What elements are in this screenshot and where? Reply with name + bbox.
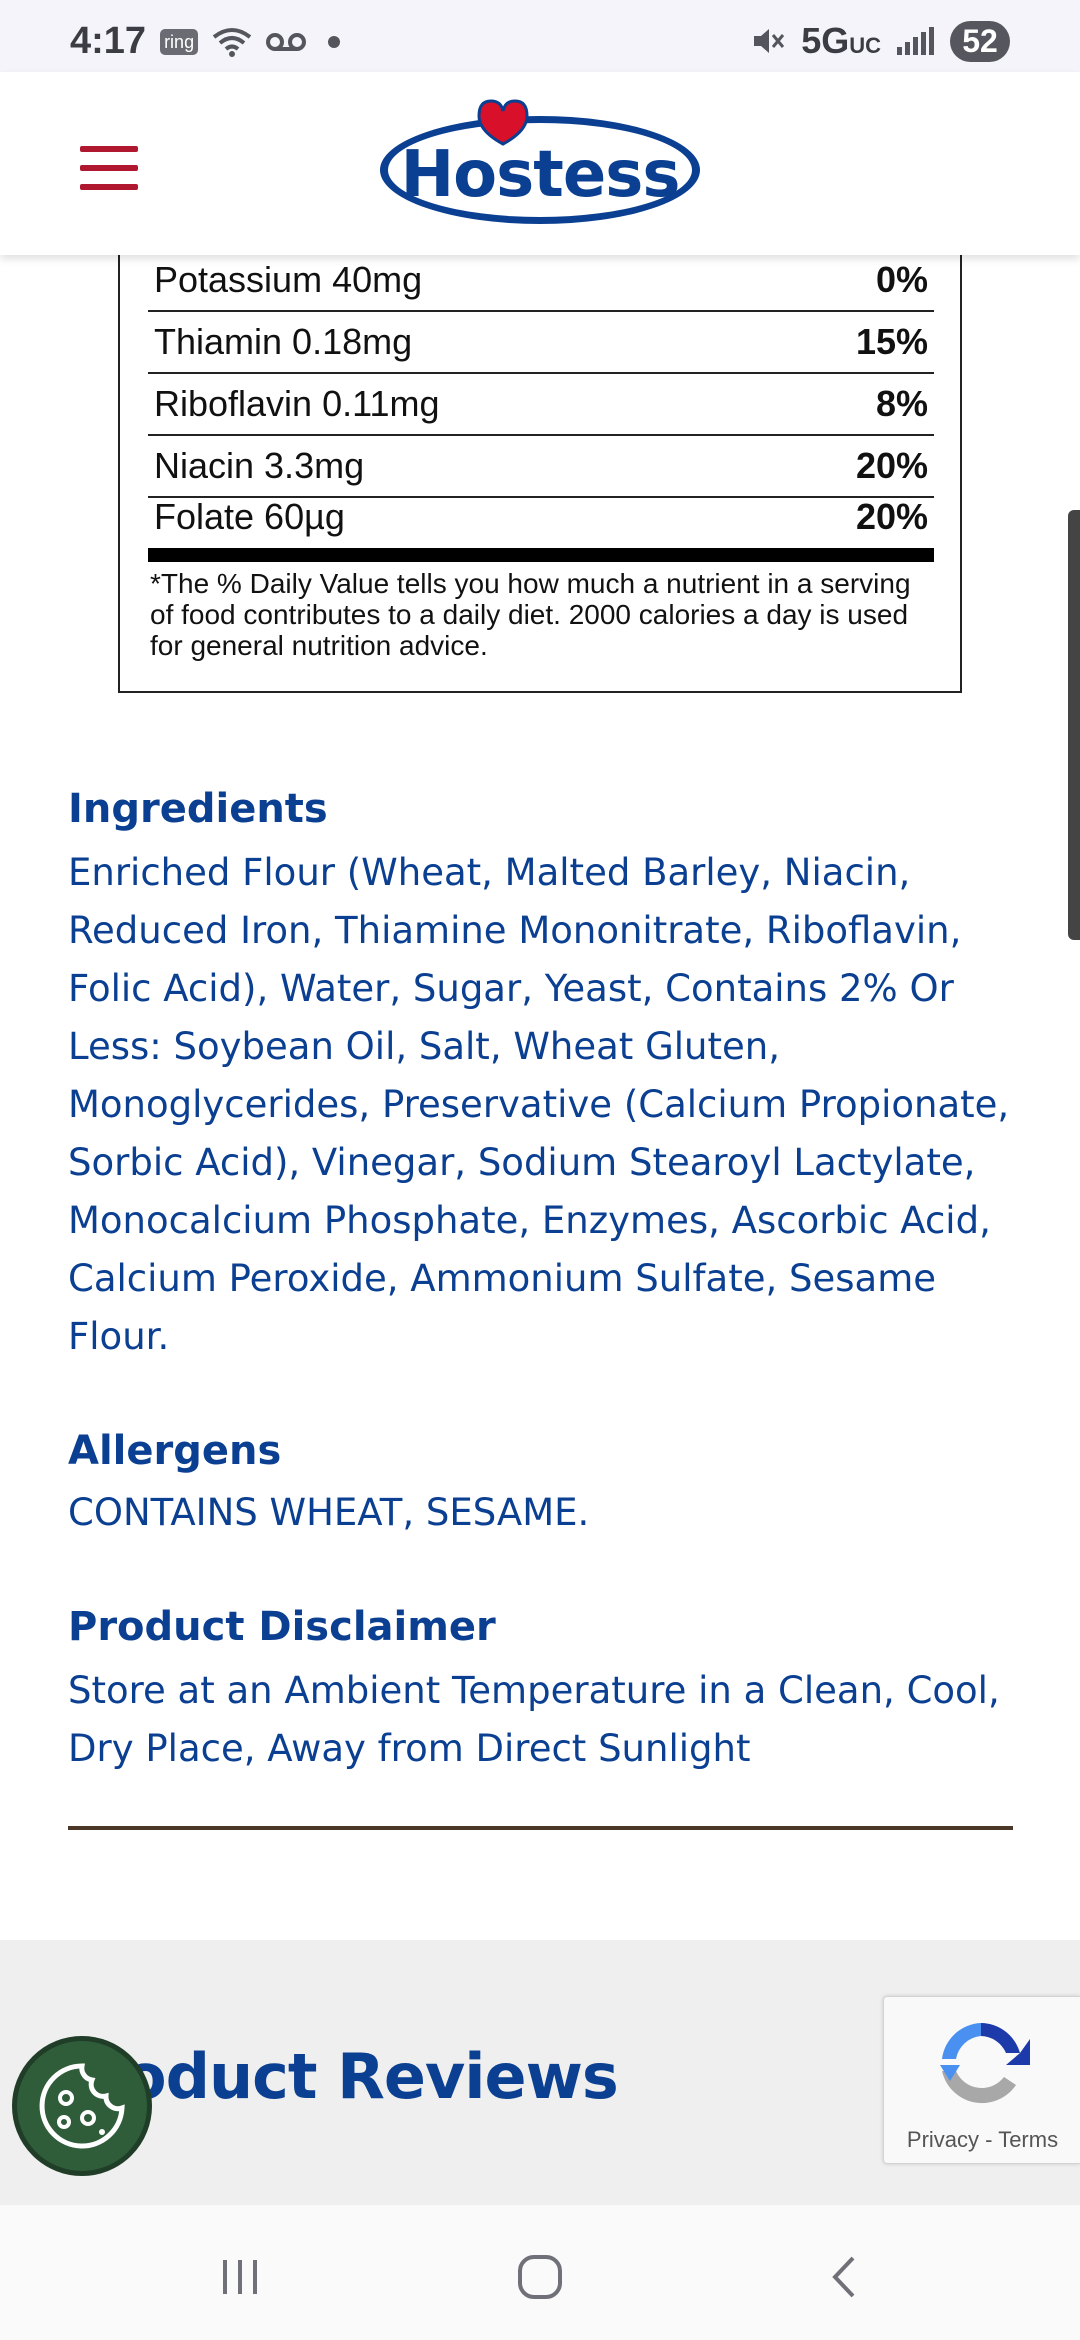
nutrient-name: Niacin 3.3mg [154, 445, 365, 486]
network-label: 5GUC [801, 20, 881, 62]
home-button[interactable] [500, 2247, 580, 2307]
cookie-settings-button[interactable] [12, 2036, 152, 2176]
android-nav-bar [0, 2205, 1080, 2340]
home-icon [518, 2255, 562, 2299]
logo-text: Hostess [400, 138, 681, 212]
menu-icon[interactable] [80, 146, 138, 190]
disclaimer-text: Store at an Ambient Temperature in a Cle… [68, 1669, 1000, 1770]
back-icon [832, 2256, 855, 2298]
status-right: 5GUC 52 [751, 20, 1010, 62]
ring-app-icon: ring [160, 28, 199, 55]
section-divider [68, 1826, 1013, 1830]
nutrition-row: Potassium 40mg 0% [148, 250, 934, 312]
nutrient-dv: 8% [875, 383, 928, 424]
nutrient-name: Folate 60µg [154, 496, 345, 537]
recents-button[interactable] [200, 2247, 280, 2307]
network-type: 5G [801, 20, 850, 61]
scrollbar[interactable] [1068, 510, 1080, 940]
recaptcha-icon [940, 2023, 1030, 2104]
status-bar: 4:17 ring 5GUC 52 [0, 0, 1080, 72]
status-left: 4:17 ring [70, 20, 341, 63]
nutrition-row: Riboflavin 0.11mg 8% [148, 374, 934, 436]
nutrition-row: Folate 60µg 20% [148, 486, 934, 548]
nutrition-thick-divider [148, 548, 934, 562]
wifi-icon [212, 27, 252, 57]
nutrient-dv: 20% [855, 445, 928, 486]
ingredients-text: Enriched Flour (Wheat, Malted Barley, Ni… [68, 851, 1010, 1358]
cookie-icon [39, 2063, 125, 2149]
site-header: Hostess [0, 72, 1080, 255]
reviews-title: oduct Reviews [124, 2040, 619, 2113]
ingredients-title: Ingredients [68, 786, 328, 832]
hostess-logo[interactable]: Hostess [375, 98, 705, 233]
battery-icon: 52 [950, 20, 1010, 62]
recaptcha-badge[interactable]: Privacy - Terms [883, 1996, 1080, 2164]
voicemail-icon [266, 32, 307, 51]
recaptcha-links: Privacy - Terms [884, 2127, 1080, 2153]
nutrient-name: Potassium 40mg [154, 259, 423, 300]
privacy-link[interactable]: Privacy [907, 2127, 979, 2152]
link-separator: - [979, 2127, 999, 2152]
back-button[interactable] [804, 2247, 884, 2307]
nutrient-dv: 15% [855, 321, 928, 362]
nutrition-facts-panel: Potassium 40mg 0% Thiamin 0.18mg 15% Rib… [118, 230, 962, 693]
battery-level: 52 [962, 22, 998, 59]
signal-icon [897, 27, 934, 55]
nutrient-name: Riboflavin 0.11mg [154, 383, 440, 424]
nutrition-row: Thiamin 0.18mg 15% [148, 312, 934, 374]
notification-dot-icon [328, 35, 341, 48]
disclaimer-title: Product Disclaimer [68, 1604, 496, 1650]
recents-icon [223, 2260, 257, 2294]
daily-value-footnote: *The % Daily Value tells you how much a … [150, 568, 911, 661]
allergens-text: CONTAINS WHEAT, SESAME. [68, 1491, 590, 1534]
network-suffix: UC [849, 33, 881, 58]
nutrient-dv: 0% [875, 259, 928, 300]
terms-link[interactable]: Terms [998, 2127, 1058, 2152]
allergens-title: Allergens [68, 1428, 282, 1474]
mute-icon [754, 29, 785, 53]
status-time: 4:17 [70, 20, 147, 62]
nutrient-dv: 20% [855, 496, 928, 537]
nutrient-name: Thiamin 0.18mg [154, 321, 413, 362]
